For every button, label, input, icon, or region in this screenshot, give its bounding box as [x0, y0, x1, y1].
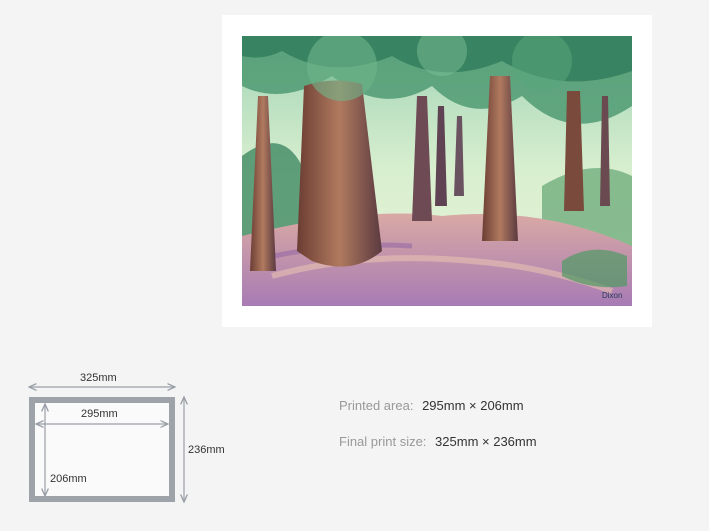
- size-diagram: 325mm 295mm 236mm 206mm: [0, 360, 260, 520]
- print-specs: Printed area: 295mm × 206mm Final print …: [339, 398, 537, 470]
- printed-area-value: 295mm × 206mm: [422, 398, 524, 413]
- artwork-image: Dixon: [242, 36, 632, 306]
- outer-height-label: 236mm: [188, 444, 225, 456]
- final-print-size-row: Final print size: 325mm × 236mm: [339, 434, 537, 470]
- printed-area-label: Printed area:: [339, 398, 414, 413]
- inner-height-label: 206mm: [50, 473, 87, 485]
- final-print-size-label: Final print size:: [339, 434, 427, 449]
- inner-width-label: 295mm: [81, 408, 118, 420]
- final-print-size-value: 325mm × 236mm: [435, 434, 537, 449]
- print-preview-mat: Dixon: [222, 15, 652, 327]
- printed-area-row: Printed area: 295mm × 206mm: [339, 398, 537, 434]
- outer-width-label: 325mm: [80, 372, 117, 384]
- artwork-signature: Dixon: [602, 291, 622, 300]
